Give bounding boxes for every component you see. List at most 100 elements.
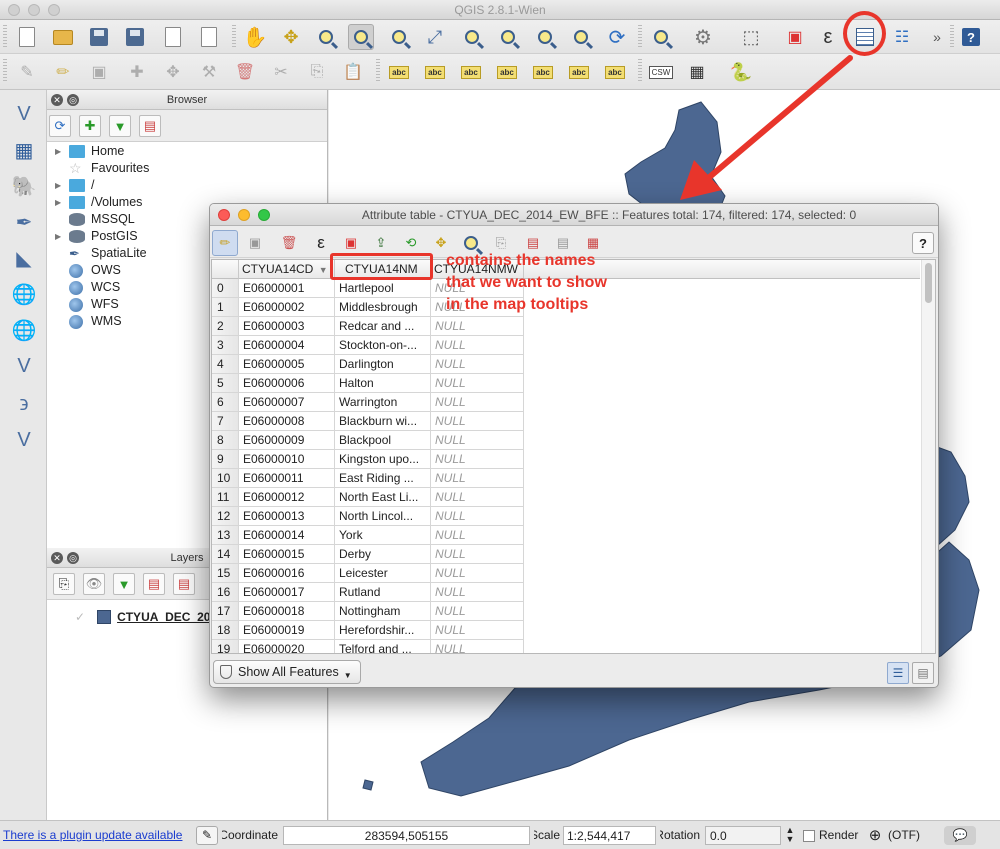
table-view-button[interactable]: ☰ [887, 662, 909, 684]
plugin-update-link[interactable]: There is a plugin update available [3, 826, 182, 845]
welsh-name-cell[interactable]: NULL [431, 393, 524, 412]
metasearch-csw-icon[interactable]: CSW [648, 59, 674, 85]
row-number-cell[interactable]: 18 [212, 621, 239, 640]
welsh-name-cell[interactable]: NULL [431, 469, 524, 488]
add-raster-layer-icon[interactable]: ▦ [10, 136, 38, 164]
deselect-icon[interactable]: ▣ [782, 24, 808, 50]
code-cell[interactable]: E06000005 [239, 355, 335, 374]
name-cell[interactable]: Blackpool [335, 431, 431, 450]
save-edits-icon[interactable]: ▣ [242, 230, 268, 256]
zoom-to-selection-icon[interactable] [459, 24, 485, 50]
name-cell[interactable]: Rutland [335, 583, 431, 602]
minimize-window-button[interactable] [28, 4, 40, 16]
row-number-cell[interactable]: 4 [212, 355, 239, 374]
crs-status[interactable]: (OTF) [888, 826, 920, 845]
row-number-cell[interactable]: 11 [212, 488, 239, 507]
code-cell[interactable]: E06000001 [239, 279, 335, 298]
row-number-cell[interactable]: 1 [212, 298, 239, 317]
tree-item-spatialite[interactable]: ✒ SpatiaLite [55, 245, 147, 262]
remove-layer-icon[interactable]: ▤ [173, 573, 195, 595]
welsh-name-cell[interactable]: NULL [431, 317, 524, 336]
scale-combo[interactable]: 1:2,544,417 [563, 826, 656, 845]
toolbar-grip[interactable] [232, 25, 236, 49]
table-row[interactable]: 17 E06000018 Nottingham NULL [212, 602, 524, 621]
new-shapefile-layer-icon[interactable]: V [10, 426, 38, 454]
save-edits-icon[interactable]: ▣ [86, 59, 112, 85]
layer-properties-icon[interactable]: ▤ [143, 573, 165, 595]
table-row[interactable]: 18 E06000019 Herefordshir... NULL [212, 621, 524, 640]
zoom-to-layer-icon[interactable] [495, 24, 521, 50]
toolbar-grip[interactable] [638, 59, 642, 83]
code-cell[interactable]: E06000007 [239, 393, 335, 412]
rotation-stepper[interactable]: ▲ ▼ [784, 826, 796, 845]
filter-icon[interactable]: ▼ [109, 115, 131, 137]
tree-item-ows[interactable]: OWS [55, 262, 121, 279]
row-number-cell[interactable]: 2 [212, 317, 239, 336]
tree-item-wfs[interactable]: WFS [55, 296, 119, 313]
tree-item-mssql[interactable]: MSSQL [55, 211, 135, 228]
table-row[interactable]: 16 E06000017 Rutland NULL [212, 583, 524, 602]
code-cell[interactable]: E06000006 [239, 374, 335, 393]
name-cell[interactable]: Nottingham [335, 602, 431, 621]
row-number-cell[interactable]: 13 [212, 526, 239, 545]
crs-icon[interactable]: ⊕ [866, 826, 884, 845]
help-button[interactable]: ? [912, 232, 934, 254]
name-cell[interactable]: Hartlepool [335, 279, 431, 298]
python-console-icon[interactable]: 🐍 [728, 59, 754, 85]
code-cell[interactable]: E06000008 [239, 412, 335, 431]
welsh-name-cell[interactable]: NULL [431, 450, 524, 469]
name-cell[interactable]: Derby [335, 545, 431, 564]
table-row[interactable]: 13 E06000014 York NULL [212, 526, 524, 545]
code-cell[interactable]: E06000011 [239, 469, 335, 488]
show-hide-labels-icon[interactable]: abc [494, 59, 520, 85]
refresh-icon[interactable]: ⟳ [49, 115, 71, 137]
select-features-icon[interactable]: ⬚ [738, 24, 764, 50]
welsh-name-cell[interactable]: NULL [431, 621, 524, 640]
tree-item-postgis[interactable]: ▶ PostGIS [55, 228, 138, 245]
code-cell[interactable]: E06000014 [239, 526, 335, 545]
toolbar-grip[interactable] [3, 25, 7, 49]
refresh-icon[interactable]: ⟳ [604, 24, 630, 50]
table-row[interactable]: 10 E06000011 East Riding ... NULL [212, 469, 524, 488]
add-postgis-layer-icon[interactable]: 🐘 [10, 172, 38, 200]
georeferencer-icon[interactable]: ▦ [684, 59, 710, 85]
statistical-summary-icon[interactable]: ☷ [889, 24, 915, 50]
row-number-cell[interactable]: 17 [212, 602, 239, 621]
zoom-out-icon[interactable] [348, 24, 374, 50]
delete-selected-icon[interactable]: 🗑 [276, 230, 302, 256]
toolbar-grip[interactable] [950, 25, 954, 49]
add-delimited-text-icon[interactable]: ϶ [10, 390, 38, 418]
name-cell[interactable]: Stockton-on-... [335, 336, 431, 355]
welsh-name-cell[interactable]: NULL [431, 488, 524, 507]
toolbar-grip[interactable] [376, 59, 380, 83]
row-number-cell[interactable]: 5 [212, 374, 239, 393]
current-edits-icon[interactable]: ✎ [14, 59, 40, 85]
code-cell[interactable]: E06000018 [239, 602, 335, 621]
row-number-cell[interactable]: 14 [212, 545, 239, 564]
pin-labels-icon[interactable]: abc [458, 59, 484, 85]
select-by-expression-icon[interactable]: ε [308, 230, 334, 256]
labeling-icon[interactable]: abc [386, 59, 412, 85]
render-checkbox[interactable] [803, 830, 815, 842]
rotate-label-icon[interactable]: abc [566, 59, 592, 85]
show-all-features-dropdown[interactable]: Show All Features ▼ [213, 660, 361, 684]
node-tool-icon[interactable]: ⚒ [196, 59, 222, 85]
corner-header[interactable] [212, 260, 239, 279]
minimize-window-button[interactable] [238, 209, 250, 221]
name-cell[interactable]: North East Li... [335, 488, 431, 507]
name-cell[interactable]: Darlington [335, 355, 431, 374]
save-as-icon[interactable] [122, 24, 148, 50]
row-number-cell[interactable]: 6 [212, 393, 239, 412]
code-cell[interactable]: E06000012 [239, 488, 335, 507]
row-number-cell[interactable]: 9 [212, 450, 239, 469]
add-spatialite-layer-icon[interactable]: ✒ [10, 208, 38, 236]
row-number-cell[interactable]: 15 [212, 564, 239, 583]
zoom-last-icon[interactable] [532, 24, 558, 50]
paste-features-icon[interactable]: 📋 [340, 59, 366, 85]
zoom-window-button[interactable] [258, 209, 270, 221]
table-row[interactable]: 6 E06000007 Warrington NULL [212, 393, 524, 412]
more-tools-chevron-icon[interactable]: » [924, 24, 950, 50]
name-cell[interactable]: Leicester [335, 564, 431, 583]
code-cell[interactable]: E06000016 [239, 564, 335, 583]
code-cell[interactable]: E06000004 [239, 336, 335, 355]
